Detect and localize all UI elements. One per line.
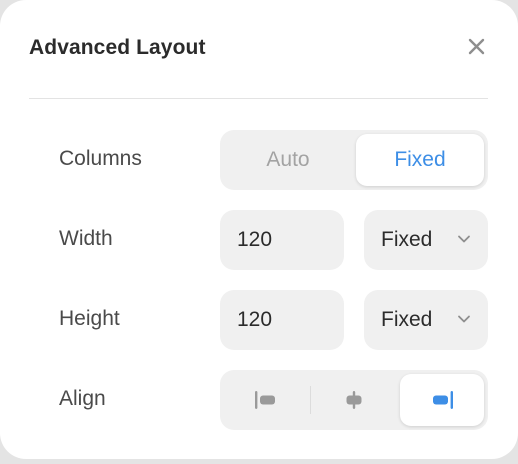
align-right-icon [433,391,453,409]
height-input[interactable] [237,308,327,332]
columns-option-auto[interactable]: Auto [224,134,352,186]
height-field[interactable] [220,290,344,350]
align-label: Align [59,387,106,410]
align-center-icon [346,391,362,409]
width-mode-value: Fixed [381,228,433,251]
advanced-layout-dialog: Advanced Layout Columns Auto Fixed Width… [0,0,518,459]
chevron-down-icon [458,315,470,323]
align-right-button[interactable] [400,374,484,426]
height-label: Height [59,307,120,330]
height-mode-select[interactable]: Fixed [364,290,488,350]
align-segmented-control [220,370,488,430]
close-icon [468,38,485,55]
width-input[interactable] [237,228,327,252]
align-separator [310,386,311,414]
width-field[interactable] [220,210,344,270]
width-mode-select[interactable]: Fixed [364,210,488,270]
dialog-title: Advanced Layout [29,36,206,59]
height-mode-value: Fixed [381,308,433,331]
align-left-icon [255,391,275,409]
close-button[interactable] [466,36,488,58]
dialog-header: Advanced Layout [29,36,488,66]
columns-label: Columns [59,147,142,170]
header-divider [29,98,488,99]
align-center-button[interactable] [312,374,396,426]
columns-segmented-control: Auto Fixed [220,130,488,190]
columns-option-fixed[interactable]: Fixed [356,134,484,186]
chevron-down-icon [458,235,470,243]
width-label: Width [59,227,113,250]
align-left-button[interactable] [224,374,308,426]
